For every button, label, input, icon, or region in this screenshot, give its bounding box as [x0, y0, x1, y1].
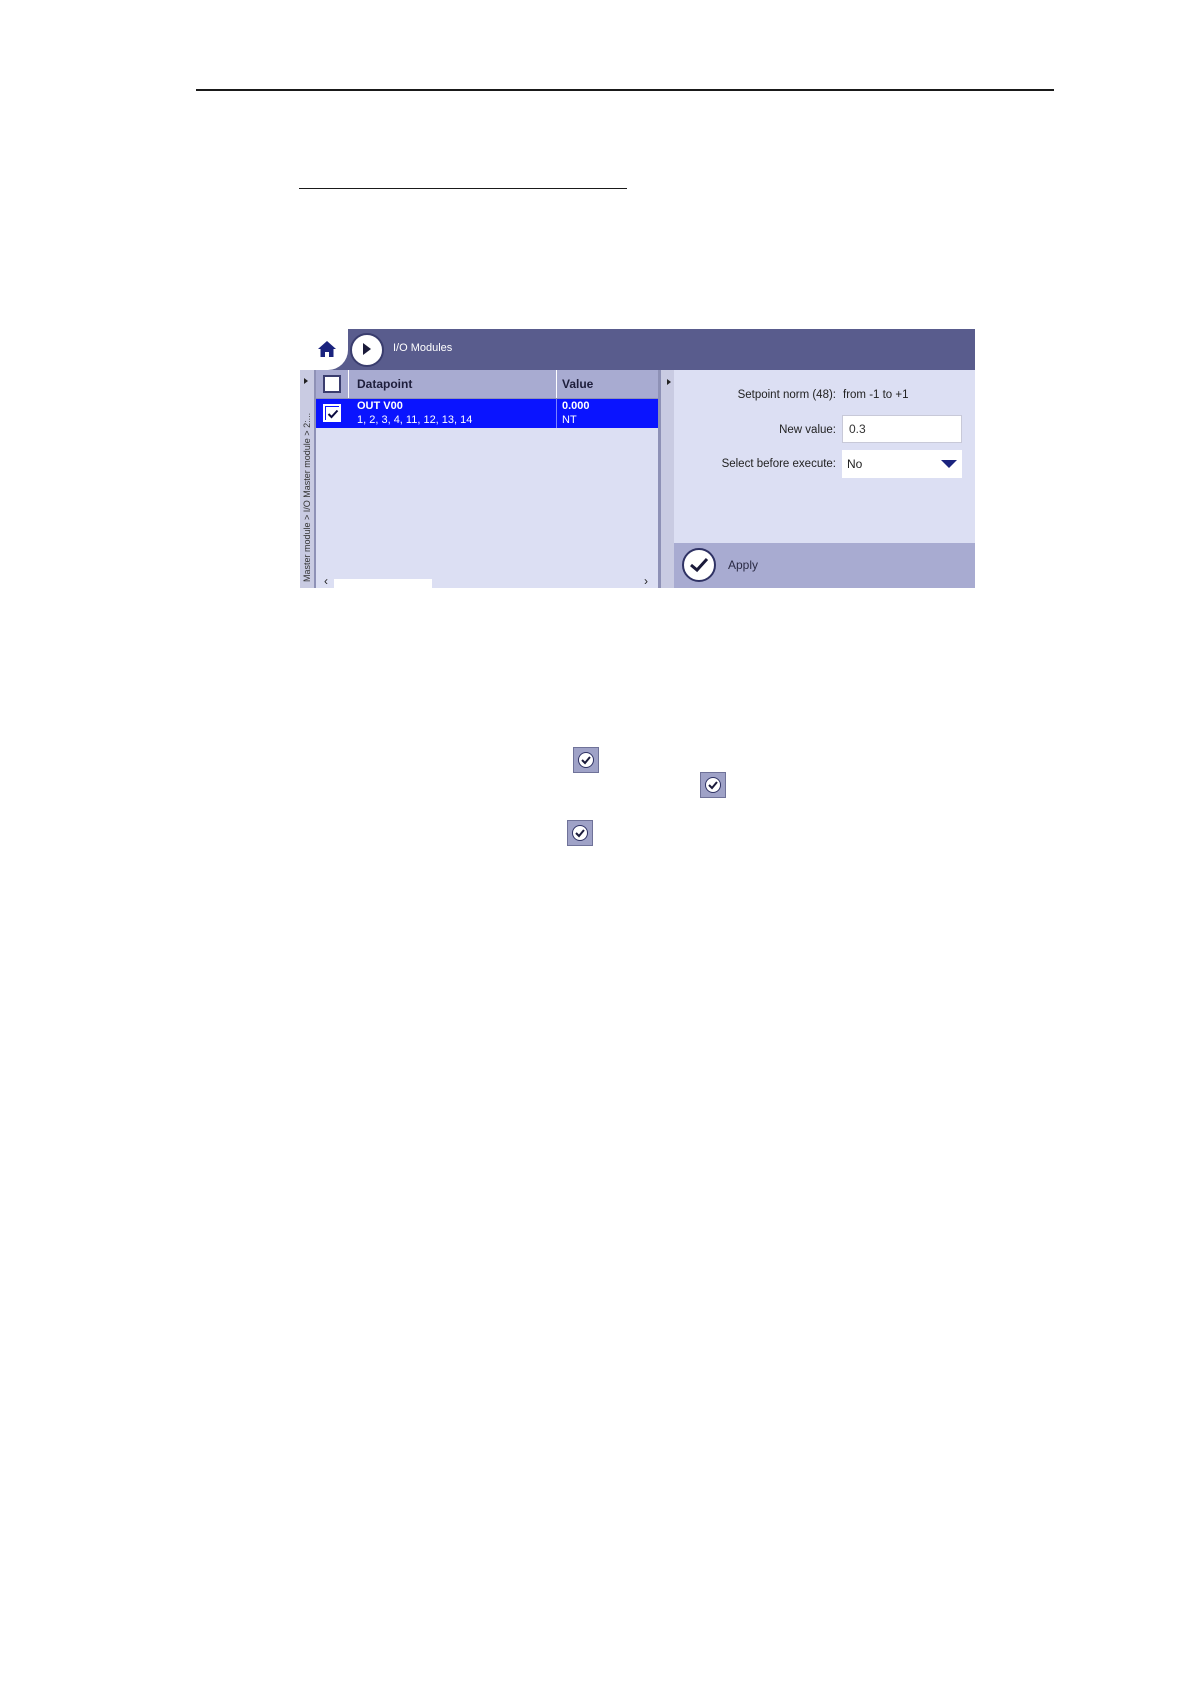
table-header: Datapoint Value: [316, 370, 658, 399]
new-value-input[interactable]: 0.3: [842, 415, 962, 443]
top-bar: I/O Modules: [300, 329, 975, 370]
panel-divider[interactable]: [658, 370, 674, 588]
scroll-right-icon[interactable]: ›: [644, 574, 648, 588]
checkmark-icon: [690, 557, 709, 573]
datapoint-channels: 1, 2, 3, 4, 11, 12, 13, 14: [357, 414, 473, 426]
confirm-icon: [700, 772, 726, 798]
new-value-label: New value:: [779, 424, 836, 436]
select-all-checkbox[interactable]: [323, 375, 341, 393]
scroll-thumb[interactable]: [334, 579, 432, 588]
datapoint-name: OUT V00: [357, 400, 403, 412]
home-icon: [318, 341, 336, 357]
datapoint-list: Datapoint Value OUT V00 1, 2, 3, 4, 11, …: [316, 370, 658, 588]
dropdown-value: No: [847, 457, 863, 471]
page-title: I/O Modules: [393, 342, 453, 354]
breadcrumb-strip[interactable]: Master module > I/O Master module > 2:..…: [300, 370, 316, 588]
play-arrow-icon: [363, 343, 371, 355]
column-header-value[interactable]: Value: [562, 377, 593, 391]
setpoint-label: Setpoint norm (48):: [737, 389, 836, 401]
expand-arrow-icon[interactable]: [667, 379, 671, 385]
apply-button[interactable]: [682, 548, 716, 582]
row-checkbox[interactable]: [323, 404, 341, 422]
select-before-execute-dropdown[interactable]: No: [842, 450, 962, 478]
action-bar: Apply: [674, 543, 975, 588]
forward-button[interactable]: [350, 333, 384, 367]
horizontal-scrollbar[interactable]: ‹ ›: [316, 574, 658, 588]
select-before-execute-label: Select before execute:: [721, 458, 836, 470]
datapoint-value: 0.000: [562, 400, 590, 412]
scroll-left-icon[interactable]: ‹: [324, 574, 328, 588]
app-screenshot: I/O Modules Master module > I/O Master m…: [300, 329, 975, 588]
chevron-down-icon: [941, 460, 957, 468]
heading-underline: [299, 188, 627, 189]
table-row[interactable]: OUT V00 1, 2, 3, 4, 11, 12, 13, 14 0.000…: [316, 399, 658, 428]
detail-panel: Setpoint norm (48): from -1 to +1 New va…: [674, 370, 975, 543]
datapoint-quality: NT: [562, 414, 577, 426]
checkmark-icon: [326, 407, 340, 421]
confirm-icon: [573, 747, 599, 773]
breadcrumb: Master module > I/O Master module > 2:..…: [302, 412, 312, 582]
setpoint-range: from -1 to +1: [843, 389, 909, 401]
page-top-rule: [196, 89, 1054, 91]
column-header-datapoint[interactable]: Datapoint: [357, 377, 412, 391]
home-button[interactable]: [300, 329, 348, 370]
apply-label: Apply: [728, 558, 759, 572]
confirm-icon: [567, 820, 593, 846]
